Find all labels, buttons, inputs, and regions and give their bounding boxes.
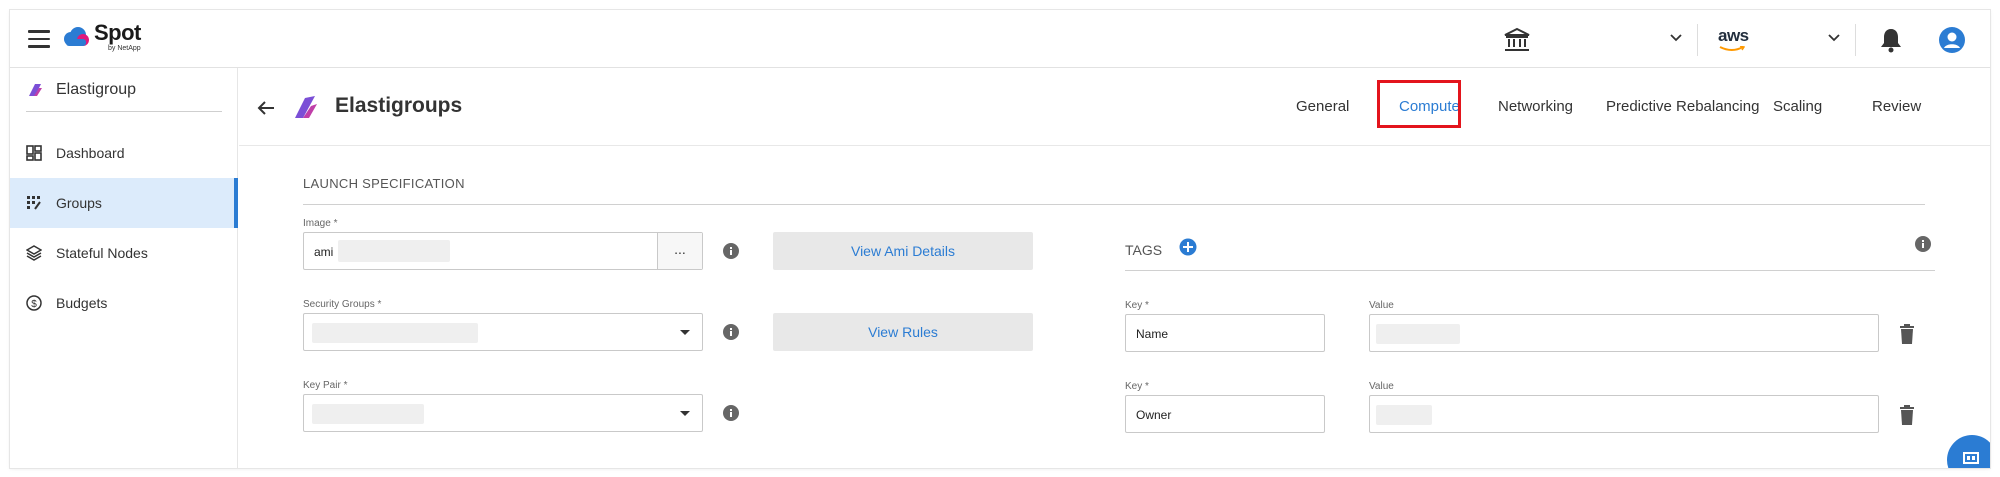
sidebar-item-label: Budgets xyxy=(56,295,108,311)
svg-text:$: $ xyxy=(31,299,37,310)
elastigroup-icon xyxy=(29,83,42,96)
tag-value-input[interactable] xyxy=(1369,314,1879,352)
tag-key-label: Key * xyxy=(1125,381,1149,392)
redacted-value xyxy=(1376,405,1432,425)
dropdown-arrow-icon xyxy=(680,411,690,416)
redacted-value xyxy=(1376,324,1460,344)
chat-icon xyxy=(1963,452,1979,464)
info-icon[interactable] xyxy=(723,243,739,259)
tab-review[interactable]: Review xyxy=(1872,98,1921,115)
chevron-down-icon[interactable] xyxy=(1670,34,1682,42)
security-groups-label: Security Groups * xyxy=(303,299,382,310)
spot-logo[interactable]: Spot by NetApp xyxy=(62,22,141,58)
user-avatar-icon[interactable] xyxy=(1939,27,1965,53)
tags-title: TAGS xyxy=(1125,242,1163,258)
layers-icon xyxy=(26,245,42,261)
tab-highlight-box xyxy=(1377,80,1461,128)
delete-icon[interactable] xyxy=(1899,324,1915,344)
info-icon[interactable] xyxy=(723,405,739,421)
sidebar-item-stateful-nodes[interactable]: Stateful Nodes xyxy=(10,228,238,278)
sidebar-item-budgets[interactable]: $ Budgets xyxy=(10,278,238,328)
section-title: LAUNCH SPECIFICATION xyxy=(303,176,465,191)
tab-general[interactable]: General xyxy=(1296,98,1349,115)
redacted-value xyxy=(338,240,450,262)
key-pair-label: Key Pair * xyxy=(303,380,348,391)
chevron-down-icon[interactable] xyxy=(1828,34,1840,42)
add-tag-icon[interactable] xyxy=(1179,238,1197,256)
sidebar-header-label: Elastigroup xyxy=(56,80,137,98)
bank-icon[interactable] xyxy=(1503,27,1531,53)
back-arrow-icon[interactable] xyxy=(257,100,275,116)
image-field[interactable]: ami ... xyxy=(303,232,703,270)
divider xyxy=(1855,24,1856,56)
security-groups-select[interactable] xyxy=(303,313,703,351)
section-divider xyxy=(303,204,1925,205)
sidebar-item-dashboard[interactable]: Dashboard xyxy=(10,128,238,178)
dollar-icon: $ xyxy=(26,295,42,311)
tag-value-label: Value xyxy=(1369,300,1394,311)
tag-key-value: Name xyxy=(1136,327,1169,341)
sidebar-item-label: Stateful Nodes xyxy=(56,245,148,261)
tags-divider xyxy=(1125,270,1935,271)
sidebar-item-label: Groups xyxy=(56,195,102,211)
tab-scaling[interactable]: Scaling xyxy=(1773,98,1822,115)
logo-text: Spot xyxy=(94,20,141,45)
sidebar: Elastigroup Dashboard Groups Stateful No… xyxy=(10,68,238,468)
delete-icon[interactable] xyxy=(1899,405,1915,425)
tag-value-input[interactable] xyxy=(1369,395,1879,433)
info-icon[interactable] xyxy=(1915,236,1931,252)
top-bar: Spot by NetApp aws xyxy=(10,10,1990,68)
dropdown-arrow-icon xyxy=(680,330,690,335)
key-pair-select[interactable] xyxy=(303,394,703,432)
bell-icon[interactable] xyxy=(1879,27,1903,53)
redacted-value xyxy=(312,404,424,424)
tag-value-label: Value xyxy=(1369,381,1394,392)
tab-predictive-rebalancing[interactable]: Predictive Rebalancing xyxy=(1606,98,1759,115)
tag-key-input[interactable]: Owner xyxy=(1125,395,1325,433)
sidebar-item-groups[interactable]: Groups xyxy=(10,178,238,228)
app-window: Spot by NetApp aws Elastigroup Dashboard… xyxy=(10,10,1990,468)
view-ami-details-button[interactable]: View Ami Details xyxy=(773,232,1033,270)
main-content: Elastigroups General Compute Networking … xyxy=(239,68,1990,468)
tab-networking[interactable]: Networking xyxy=(1498,98,1573,115)
menu-icon[interactable] xyxy=(28,30,50,48)
sidebar-item-label: Dashboard xyxy=(56,145,125,161)
sidebar-header[interactable]: Elastigroup xyxy=(26,68,222,112)
tag-key-label: Key * xyxy=(1125,300,1149,311)
browse-image-button[interactable]: ... xyxy=(657,233,702,269)
image-value: ami xyxy=(314,245,334,259)
elastigroup-icon xyxy=(295,96,317,118)
view-rules-button[interactable]: View Rules xyxy=(773,313,1033,351)
logo-subtext: by NetApp xyxy=(108,45,141,52)
aws-logo-text[interactable]: aws xyxy=(1718,26,1749,46)
chat-button[interactable] xyxy=(1947,435,1990,468)
content-header: Elastigroups General Compute Networking … xyxy=(239,68,1990,146)
divider xyxy=(1697,24,1698,56)
image-label: Image * xyxy=(303,218,338,229)
redacted-value xyxy=(312,323,478,343)
dashboard-icon xyxy=(26,145,42,161)
page-title: Elastigroups xyxy=(335,94,463,117)
tag-key-value: Owner xyxy=(1136,408,1172,422)
aws-smile-icon xyxy=(1719,46,1745,51)
spot-cloud-icon xyxy=(64,27,89,46)
groups-icon xyxy=(26,195,42,211)
tag-key-input[interactable]: Name xyxy=(1125,314,1325,352)
info-icon[interactable] xyxy=(723,324,739,340)
